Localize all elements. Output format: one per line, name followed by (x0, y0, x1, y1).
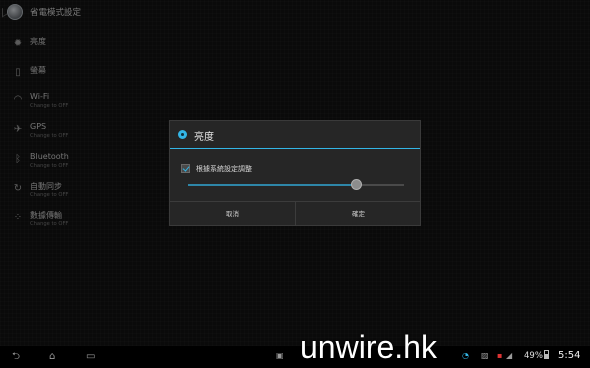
brightness-dialog: 亮度 根據系統設定調整 取消 確定 (169, 120, 421, 226)
dialog-title-divider (170, 148, 420, 149)
brightness-slider-thumb[interactable] (351, 179, 363, 190)
ok-button[interactable]: 確定 (296, 202, 421, 226)
auto-brightness-checkbox[interactable] (181, 164, 190, 173)
home-icon[interactable]: ⌂ (49, 351, 55, 363)
alert-icon[interactable]: ▪ (497, 351, 502, 360)
battery-icon (544, 350, 549, 359)
dialog-header: 亮度 (170, 121, 420, 148)
brightness-slider[interactable] (188, 184, 404, 186)
signal-icon: ◢ (506, 351, 513, 360)
gallery-icon[interactable]: ▨ (481, 351, 489, 360)
screenshot-icon[interactable]: ▣ (276, 351, 284, 360)
screen: 省電模式設定 ✹ 亮度 ▯ 螢幕 ◠ Wi-Fi Change to OFF ✈… (0, 0, 590, 346)
dialog-title: 亮度 (194, 132, 214, 143)
cancel-button[interactable]: 取消 (170, 202, 295, 226)
brightness-slider-fill (188, 184, 357, 186)
dialog-button-bar: 取消 確定 (170, 201, 420, 226)
clock: 5:54 (558, 350, 581, 361)
back-icon[interactable]: ⮌ (12, 351, 20, 363)
notification-icon[interactable]: ◔ (462, 351, 469, 360)
auto-brightness-label[interactable]: 根據系統設定調整 (196, 164, 252, 174)
battery-percent: 49% (524, 351, 543, 361)
recent-apps-icon[interactable]: ▭ (86, 351, 95, 363)
watermark: unwire.hk (300, 329, 437, 365)
brightness-icon (178, 130, 187, 139)
